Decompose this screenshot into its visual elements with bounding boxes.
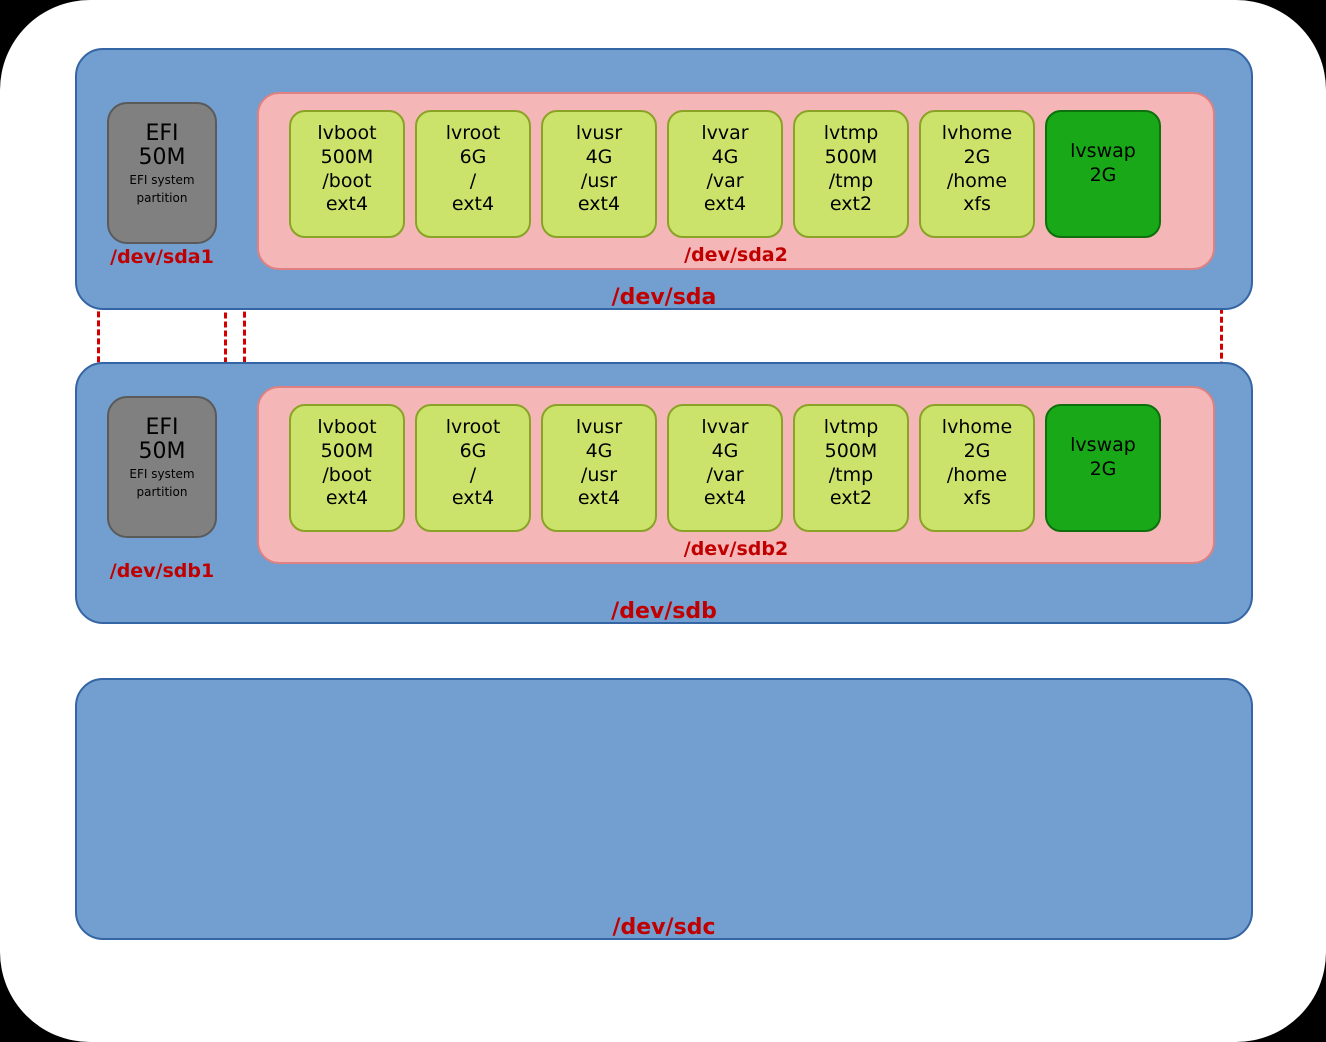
lv-sdb-root: lvroot6G/ext4	[415, 404, 531, 532]
disk-sdb-label: /dev/sdb	[77, 599, 1251, 624]
lv-sdb-home: lvhome2G/homexfs	[919, 404, 1035, 532]
disk-sdb: /dev/sdb EFI 50M EFI system partition /d…	[75, 362, 1253, 624]
lv-sdb-usr: lvusr4G/usrext4	[541, 404, 657, 532]
disk-sda-label: /dev/sda	[77, 285, 1251, 310]
lv-sdb-boot: lvboot500M/bootext4	[289, 404, 405, 532]
vg-sda-dev: /dev/sda2	[259, 244, 1213, 266]
lv-sda-usr: lvusr4G/usrext4	[541, 110, 657, 238]
efi-sda-dev: /dev/sda1	[103, 246, 221, 268]
lv-sda-var: lvvar4G/varext4	[667, 110, 783, 238]
efi-sda: EFI 50M EFI system partition	[107, 102, 217, 244]
disk-sdc: /dev/sdc	[75, 678, 1253, 940]
lv-sdb-var: lvvar4G/varext4	[667, 404, 783, 532]
lv-sda-tmp: lvtmp500M/tmpext2	[793, 110, 909, 238]
vg-sda: /dev/sda2 lvboot500M/bootext4 lvroot6G/e…	[257, 92, 1215, 270]
vg-sdb-dev: /dev/sdb2	[259, 538, 1213, 560]
lv-sda-boot: lvboot500M/bootext4	[289, 110, 405, 238]
lv-sda-root: lvroot6G/ext4	[415, 110, 531, 238]
disk-sdc-label: /dev/sdc	[77, 915, 1251, 940]
lv-sda-home: lvhome2G/homexfs	[919, 110, 1035, 238]
efi-desc-a: EFI system	[109, 174, 215, 187]
vg-sdb: /dev/sdb2 lvboot500M/bootext4 lvroot6G/e…	[257, 386, 1215, 564]
disk-sda: /dev/sda EFI 50M EFI system partition /d…	[75, 48, 1253, 310]
lv-sdb-tmp: lvtmp500M/tmpext2	[793, 404, 909, 532]
lv-sda-swap: lvswap2G	[1045, 110, 1161, 238]
efi-sdb-dev: /dev/sdb1	[103, 560, 221, 582]
lv-sdb-swap: lvswap2G	[1045, 404, 1161, 532]
diagram-canvas: /dev/md100 (RAID1) /dev/md0 (RAID1) /dev…	[0, 0, 1326, 1042]
efi-sdb: EFI 50M EFI system partition	[107, 396, 217, 538]
efi-desc-b: partition	[109, 192, 215, 205]
efi-size: 50M	[109, 146, 215, 170]
efi-title: EFI	[109, 122, 215, 146]
